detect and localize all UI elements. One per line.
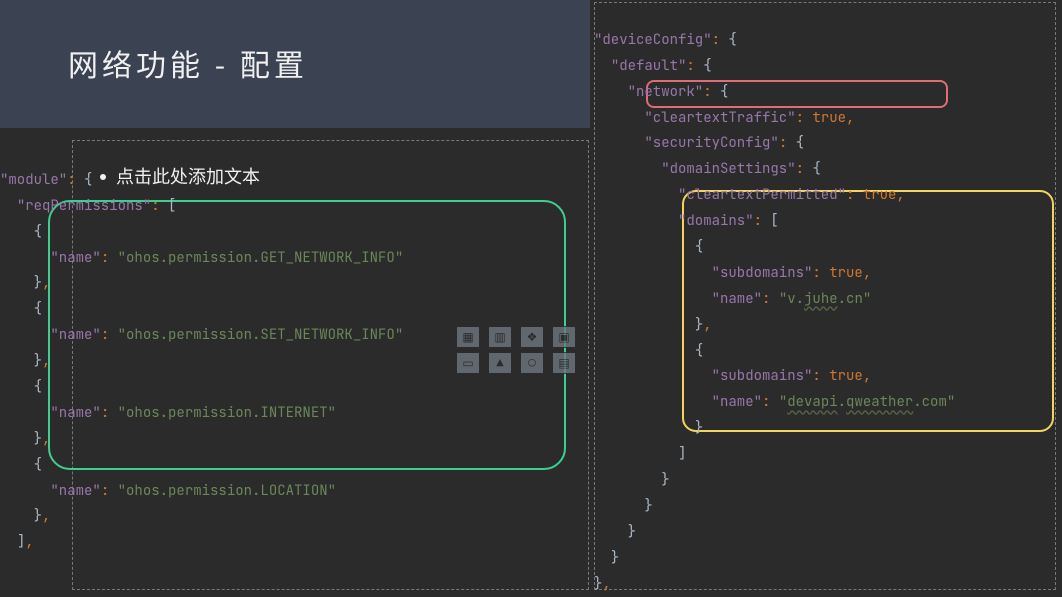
key-subdomains: "subdomains" <box>712 367 813 385</box>
key-name: "name" <box>50 249 100 267</box>
insert-layout-icons[interactable]: ▦ ▥ ❖ ▣ ▭ ▲ ◯ ▤ <box>456 326 576 374</box>
key-module: "module" <box>0 171 67 189</box>
key-subdomains: "subdomains" <box>712 264 813 282</box>
key-name: "name" <box>50 404 100 422</box>
picture-icon[interactable]: ▭ <box>456 352 480 374</box>
val-true: true <box>829 367 863 385</box>
val-true: true <box>863 186 897 204</box>
key-reqPermissions: "reqPermissions" <box>17 197 151 215</box>
val-true: true <box>812 109 846 127</box>
code-block-left: "module": { "reqPermissions": [ { "name"… <box>0 142 403 556</box>
table-icon[interactable]: ▦ <box>456 326 480 348</box>
chart-icon[interactable]: ▥ <box>488 326 512 348</box>
key-deviceConfig: "deviceConfig" <box>594 31 712 49</box>
key-securityConfig: "securityConfig" <box>644 134 778 152</box>
key-name: "name" <box>50 482 100 500</box>
smartart-icon[interactable]: ❖ <box>520 326 544 348</box>
slide-title: 网络功能 - 配置 <box>68 36 308 92</box>
key-cleartextPermitted: "cleartextPermitted" <box>678 186 846 204</box>
perm-internet: "ohos.permission.INTERNET" <box>118 404 336 422</box>
key-network: "network" <box>628 83 704 101</box>
key-domains: "domains" <box>678 212 754 230</box>
code-block-right: "deviceConfig": { "default": { "network"… <box>594 2 955 597</box>
key-name: "name" <box>50 326 100 344</box>
online-picture-icon[interactable]: ▲ <box>488 352 512 374</box>
key-domainSettings: "domainSettings" <box>661 160 795 178</box>
3d-icon[interactable]: ▣ <box>552 326 576 348</box>
perm-set-network-info: "ohos.permission.SET_NETWORK_INFO" <box>118 326 404 344</box>
val-true: true <box>829 264 863 282</box>
key-default: "default" <box>611 57 687 75</box>
key-cleartextTraffic: "cleartextTraffic" <box>644 109 795 127</box>
stock-image-icon[interactable]: ▤ <box>552 352 576 374</box>
video-icon[interactable]: ◯ <box>520 352 544 374</box>
perm-get-network-info: "ohos.permission.GET_NETWORK_INFO" <box>118 249 404 267</box>
key-name: "name" <box>712 393 762 411</box>
slide-title-bar: 网络功能 - 配置 <box>0 0 590 128</box>
perm-location: "ohos.permission.LOCATION" <box>118 482 336 500</box>
key-name: "name" <box>712 290 762 308</box>
